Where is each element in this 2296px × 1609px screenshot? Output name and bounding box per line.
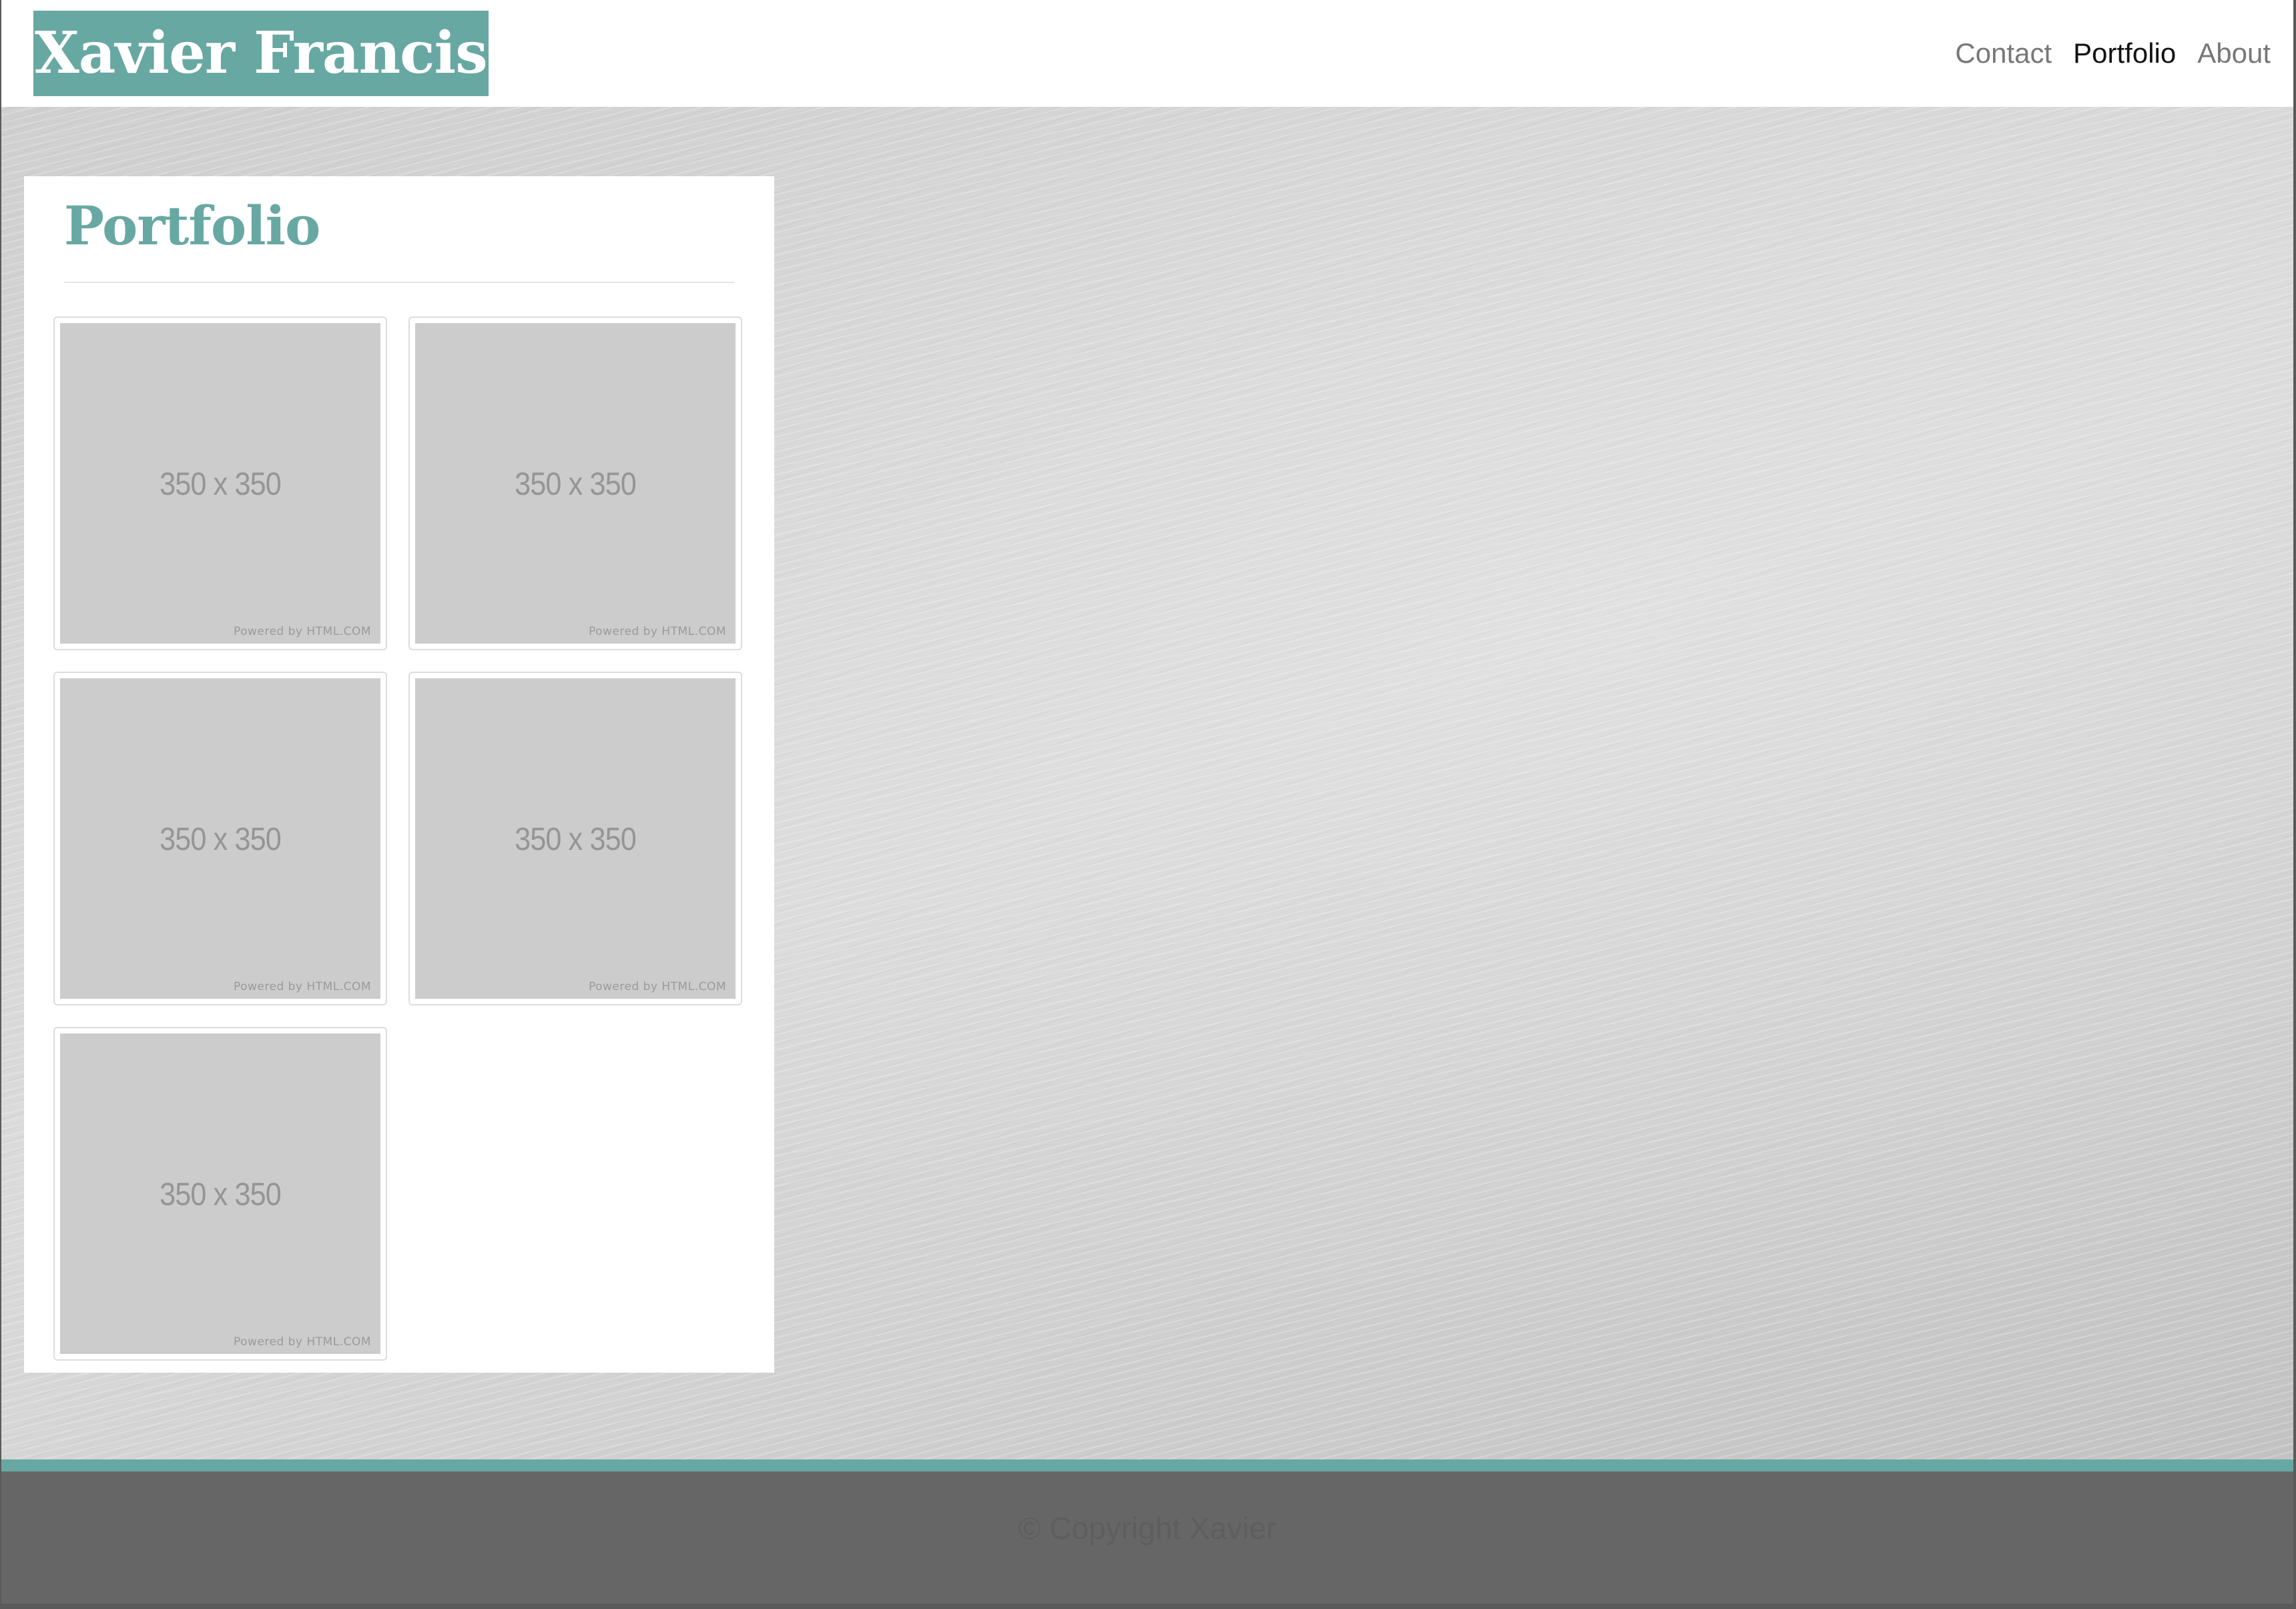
portfolio-panel: Portfolio 350 x 350 Powered by HTML.COM … <box>24 176 774 1373</box>
placeholder-image: 350 x 350 Powered by HTML.COM <box>60 323 380 644</box>
portfolio-title: Portfolio <box>64 194 320 257</box>
site-footer: © Copyright Xavier <box>1 1471 2293 1604</box>
portfolio-item-3[interactable]: 350 x 350 Powered by HTML.COM <box>53 672 387 1005</box>
placeholder-image: 350 x 350 Powered by HTML.COM <box>415 323 736 644</box>
powered-by-label: Powered by HTML.COM <box>233 980 371 993</box>
image-size-label: 350 x 350 <box>160 467 282 502</box>
nav-link-portfolio[interactable]: Portfolio <box>2073 37 2176 69</box>
powered-by-label: Powered by HTML.COM <box>233 1335 371 1349</box>
site-header: Xavier Francis Contact Portfolio About <box>1 0 2293 107</box>
image-size-label: 350 x 350 <box>160 822 282 857</box>
placeholder-image: 350 x 350 Powered by HTML.COM <box>415 678 736 999</box>
nav-link-about[interactable]: About <box>2197 37 2271 69</box>
placeholder-image: 350 x 350 Powered by HTML.COM <box>60 678 380 999</box>
powered-by-label: Powered by HTML.COM <box>588 625 726 638</box>
powered-by-label: Powered by HTML.COM <box>588 980 726 993</box>
image-size-label: 350 x 350 <box>515 822 637 857</box>
main-nav: Contact Portfolio About <box>1955 0 2271 107</box>
copyright-text: © Copyright Xavier <box>1018 1511 1277 1546</box>
placeholder-image: 350 x 350 Powered by HTML.COM <box>60 1033 380 1354</box>
title-divider <box>64 282 734 283</box>
nav-link-contact[interactable]: Contact <box>1955 37 2052 69</box>
image-size-label: 350 x 350 <box>160 1177 282 1212</box>
portfolio-item-4[interactable]: 350 x 350 Powered by HTML.COM <box>408 672 742 1005</box>
portfolio-item-2[interactable]: 350 x 350 Powered by HTML.COM <box>408 316 742 650</box>
portfolio-item-5[interactable]: 350 x 350 Powered by HTML.COM <box>53 1027 387 1361</box>
portfolio-item-1[interactable]: 350 x 350 Powered by HTML.COM <box>53 316 387 650</box>
powered-by-label: Powered by HTML.COM <box>233 625 371 638</box>
page-frame: Xavier Francis Contact Portfolio About P… <box>1 0 2293 1604</box>
footer-accent-line <box>1 1459 2293 1471</box>
image-size-label: 350 x 350 <box>515 467 637 502</box>
site-brand[interactable]: Xavier Francis <box>33 11 489 96</box>
